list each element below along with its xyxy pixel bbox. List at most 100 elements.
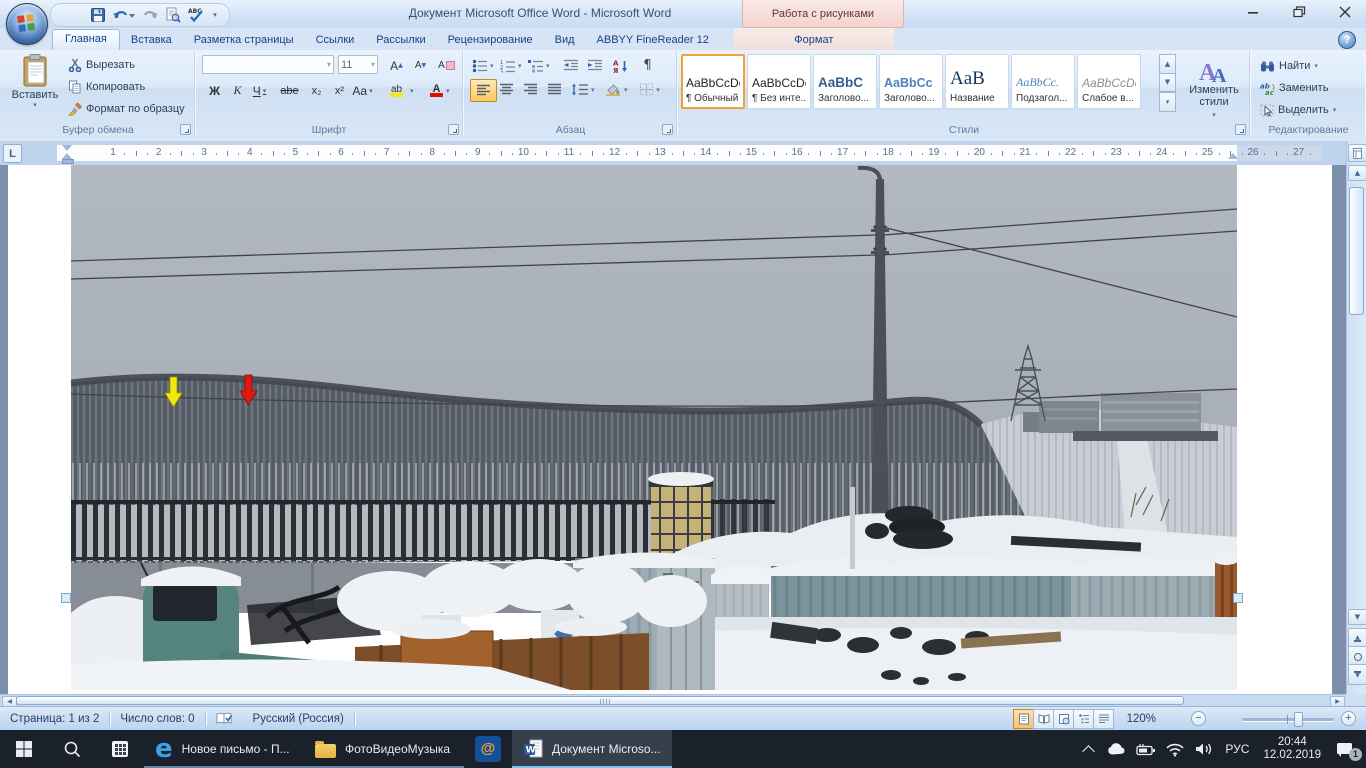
language-indicator[interactable]: Русский (Россия) bbox=[243, 713, 354, 725]
grow-font-button[interactable]: A▲ bbox=[384, 55, 409, 76]
scroll-down-button[interactable]: ▼ bbox=[1348, 609, 1366, 625]
customize-qat-button[interactable]: ▾ bbox=[209, 6, 221, 24]
style-card[interactable]: AaBbCcDc¶ Обычный bbox=[681, 54, 745, 109]
taskbar-task[interactable]: WДокумент Microso... bbox=[512, 730, 672, 768]
font-dialog-launcher[interactable] bbox=[448, 124, 459, 135]
taskbar-calculator-button[interactable] bbox=[96, 730, 144, 768]
taskbar-clock[interactable]: 20:44 12.02.2019 bbox=[1259, 736, 1325, 762]
find-button[interactable]: Найти▾ bbox=[1256, 56, 1322, 76]
line-spacing-button[interactable]: ▾ bbox=[569, 79, 597, 100]
underline-button[interactable]: Ч▾ bbox=[247, 80, 272, 101]
document-photo[interactable] bbox=[71, 165, 1237, 690]
cut-button[interactable]: Вырезать bbox=[64, 55, 139, 75]
ribbon-tab[interactable]: Рассылки bbox=[365, 31, 436, 50]
vertical-scrollbar[interactable]: ▲ ▼ ▲ ▼ bbox=[1346, 141, 1366, 706]
strikethrough-button[interactable]: abe bbox=[277, 80, 302, 101]
align-left-button[interactable] bbox=[470, 79, 497, 102]
zoom-in-button[interactable]: + bbox=[1341, 711, 1356, 726]
paste-dropdown-arrow[interactable]: ▾ bbox=[8, 101, 62, 109]
web-layout-view-button[interactable] bbox=[1053, 709, 1074, 729]
onedrive-cloud-icon[interactable] bbox=[1106, 742, 1128, 756]
clear-formatting-button[interactable]: A bbox=[434, 55, 459, 76]
undo-button[interactable] bbox=[111, 6, 137, 24]
zoom-out-button[interactable]: − bbox=[1191, 711, 1206, 726]
zoom-level[interactable]: 120% bbox=[1127, 713, 1156, 725]
ribbon-tab[interactable]: Разметка страницы bbox=[183, 31, 305, 50]
wifi-icon[interactable] bbox=[1164, 742, 1186, 757]
ribbon-tab[interactable]: Вид bbox=[544, 31, 586, 50]
spelling-button[interactable]: ABC bbox=[186, 6, 206, 24]
shrink-font-button[interactable]: A▼ bbox=[408, 55, 433, 76]
font-color-dropdown[interactable]: ▾ bbox=[446, 87, 450, 95]
redo-button[interactable] bbox=[140, 6, 160, 24]
taskbar-task[interactable]: @ bbox=[464, 730, 512, 768]
zoom-slider[interactable] bbox=[1242, 718, 1334, 721]
bullets-button[interactable]: ▾ bbox=[470, 55, 496, 76]
copy-button[interactable]: Копировать bbox=[64, 77, 149, 97]
increase-indent-button[interactable] bbox=[582, 55, 607, 76]
font-size-combo[interactable]: 11▾ bbox=[338, 55, 378, 74]
right-indent-marker[interactable] bbox=[1228, 153, 1238, 159]
restore-button[interactable] bbox=[1284, 2, 1314, 22]
numbering-button[interactable]: 123▾ bbox=[498, 55, 524, 76]
horizontal-scrollbar[interactable]: ◀ ▶ bbox=[0, 694, 1346, 706]
ruler-toggle-button[interactable] bbox=[1348, 144, 1366, 162]
style-card[interactable]: AaBbCЗаголово... bbox=[813, 54, 877, 109]
left-indent-marker[interactable] bbox=[62, 159, 74, 164]
sort-button[interactable]: АЯ bbox=[608, 55, 633, 76]
page-indicator[interactable]: Страница: 1 из 2 bbox=[0, 713, 109, 725]
vertical-scroll-thumb[interactable] bbox=[1349, 187, 1364, 315]
subscript-button[interactable]: x₂ bbox=[304, 80, 329, 101]
ribbon-tab[interactable]: Главная bbox=[52, 29, 120, 50]
document-area[interactable] bbox=[0, 165, 1346, 694]
taskbar-task[interactable]: eНовое письмо - П... bbox=[144, 730, 304, 768]
style-card[interactable]: AaBbCcDcСлабое в... bbox=[1077, 54, 1141, 109]
ribbon-tab[interactable]: Вставка bbox=[120, 31, 183, 50]
change-styles-button[interactable]: AA Изменить стили ▾ bbox=[1181, 54, 1247, 130]
ribbon-tab[interactable]: Ссылки bbox=[305, 31, 366, 50]
print-preview-button[interactable] bbox=[163, 6, 183, 24]
multilevel-list-button[interactable]: ▾ bbox=[526, 55, 552, 76]
select-button[interactable]: Выделить▾ bbox=[1256, 100, 1340, 120]
image-resize-handle-right[interactable] bbox=[1233, 593, 1243, 603]
clipboard-dialog-launcher[interactable] bbox=[180, 124, 191, 135]
outline-view-button[interactable] bbox=[1073, 709, 1094, 729]
decrease-indent-button[interactable] bbox=[558, 55, 583, 76]
first-line-indent-marker[interactable] bbox=[62, 145, 72, 151]
paragraph-dialog-launcher[interactable] bbox=[662, 124, 673, 135]
styles-scroll-up[interactable]: ▲ bbox=[1159, 54, 1176, 74]
proofing-status-icon[interactable] bbox=[206, 712, 243, 725]
ribbon-tab[interactable]: ABBYY FineReader 12 bbox=[586, 31, 720, 50]
bold-button[interactable]: Ж bbox=[202, 80, 227, 101]
style-card[interactable]: AaBbCcDc¶ Без инте... bbox=[747, 54, 811, 109]
font-name-combo[interactable]: ▾ bbox=[202, 55, 334, 74]
zoom-slider-thumb[interactable] bbox=[1294, 712, 1303, 727]
styles-gallery-more[interactable]: ▾ bbox=[1159, 91, 1176, 112]
action-center-button[interactable]: 1 bbox=[1332, 741, 1358, 758]
scroll-up-button[interactable]: ▲ bbox=[1348, 165, 1366, 181]
format-painter-button[interactable]: Формат по образцу bbox=[64, 99, 189, 119]
save-button[interactable] bbox=[88, 6, 108, 24]
horizontal-scroll-thumb[interactable] bbox=[16, 696, 1184, 705]
align-center-button[interactable] bbox=[494, 79, 519, 100]
shading-button[interactable]: ▾ bbox=[603, 79, 630, 100]
paste-button[interactable]: Вставить ▾ bbox=[8, 53, 62, 119]
tray-chevron-icon[interactable] bbox=[1077, 743, 1099, 756]
highlight-dropdown[interactable]: ▾ bbox=[410, 87, 414, 95]
image-resize-handle-left[interactable] bbox=[61, 593, 71, 603]
language-switcher[interactable]: РУС bbox=[1222, 742, 1252, 756]
styles-dialog-launcher[interactable] bbox=[1235, 124, 1246, 135]
draft-view-button[interactable] bbox=[1093, 709, 1114, 729]
volume-icon[interactable] bbox=[1193, 742, 1215, 756]
taskbar-task[interactable]: ФотоВидеоМузыка bbox=[304, 730, 464, 768]
styles-scroll-down[interactable]: ▼ bbox=[1159, 73, 1176, 93]
style-card[interactable]: AaBbCcЗаголово... bbox=[879, 54, 943, 109]
close-button[interactable] bbox=[1330, 2, 1360, 22]
word-count[interactable]: Число слов: 0 bbox=[110, 713, 204, 725]
minimize-button[interactable] bbox=[1238, 2, 1268, 22]
align-right-button[interactable] bbox=[518, 79, 543, 100]
tab-selector-button[interactable]: L bbox=[3, 144, 22, 163]
style-card[interactable]: AaBНазвание bbox=[945, 54, 1009, 109]
replace-button[interactable]: abac Заменить bbox=[1256, 78, 1332, 98]
ribbon-tab[interactable]: Рецензирование bbox=[437, 31, 544, 50]
